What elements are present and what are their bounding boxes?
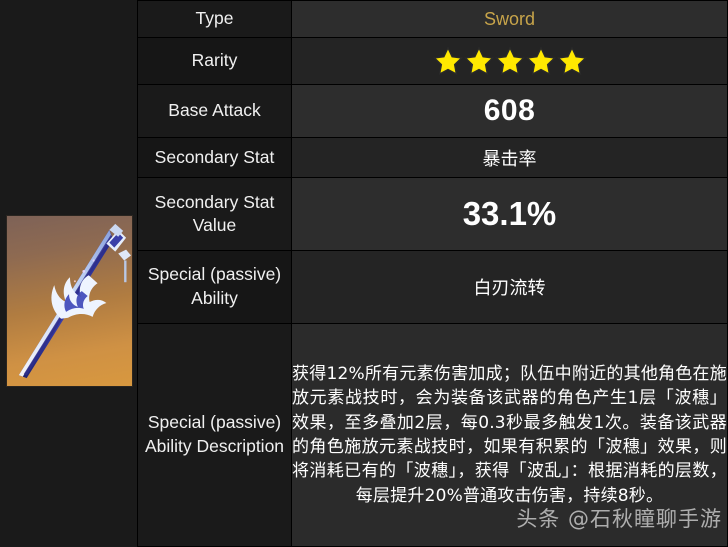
base-attack-value: 608 (483, 93, 536, 127)
star-icon (494, 46, 525, 76)
table-row-base-attack: Base Attack 608 (137, 83, 728, 138)
row-value-special-ability: 白刃流转 (291, 250, 728, 324)
table-row-rarity: Rarity (137, 37, 728, 85)
star-icon (556, 46, 587, 76)
row-label-special-ability: Special (passive) Ability (137, 250, 292, 324)
table-row-secondary-stat: Secondary Stat 暴击率 (137, 136, 728, 179)
star-icon (525, 46, 556, 76)
row-label-base-attack: Base Attack (137, 83, 292, 138)
row-value-rarity (291, 37, 728, 85)
weapon-spec-table: Type Sword Rarity Base Attack 608 Second… (137, 0, 728, 547)
sword-illustration (18, 223, 132, 379)
table-row-type: Type Sword (137, 0, 728, 39)
row-value-secondary-stat-value: 33.1% (291, 177, 728, 252)
row-value-base-attack: 608 (291, 83, 728, 138)
rarity-star-group (292, 46, 727, 76)
row-label-type: Type (137, 0, 292, 39)
star-icon (432, 46, 463, 76)
weapon-artwork-panel (0, 0, 137, 547)
table-row-secondary-stat-value: Secondary Stat Value 33.1% (137, 177, 728, 252)
secondary-stat-percent: 33.1% (462, 195, 557, 233)
star-icon (463, 46, 494, 76)
secondary-stat-value: 暴击率 (482, 148, 537, 170)
weapon-type-value: Sword (483, 8, 536, 29)
row-label-special-ability-description: Special (passive) Ability Description (137, 322, 292, 547)
row-value-special-ability-description: 获得12%所有元素伤害加成；队伍中附近的其他角色在施放元素战技时，会为装备该武器… (291, 322, 728, 547)
weapon-spec-screenshot: Type Sword Rarity Base Attack 608 Second… (0, 0, 728, 547)
weapon-thumbnail[interactable] (6, 215, 133, 387)
special-ability-name: 白刃流转 (473, 278, 546, 300)
weapon-spec-table-wrapper: Type Sword Rarity Base Attack 608 Second… (137, 0, 728, 547)
table-row-special-ability-description: Special (passive) Ability Description 获得… (137, 322, 728, 547)
row-label-rarity: Rarity (137, 37, 292, 85)
special-ability-description-text: 获得12%所有元素伤害加成；队伍中附近的其他角色在施放元素战技时，会为装备该武器… (292, 363, 727, 506)
table-row-special-ability: Special (passive) Ability 白刃流转 (137, 250, 728, 324)
row-label-secondary-stat: Secondary Stat (137, 136, 292, 179)
row-value-type: Sword (291, 0, 728, 39)
row-value-secondary-stat: 暴击率 (291, 136, 728, 179)
row-label-secondary-stat-value: Secondary Stat Value (137, 177, 292, 252)
